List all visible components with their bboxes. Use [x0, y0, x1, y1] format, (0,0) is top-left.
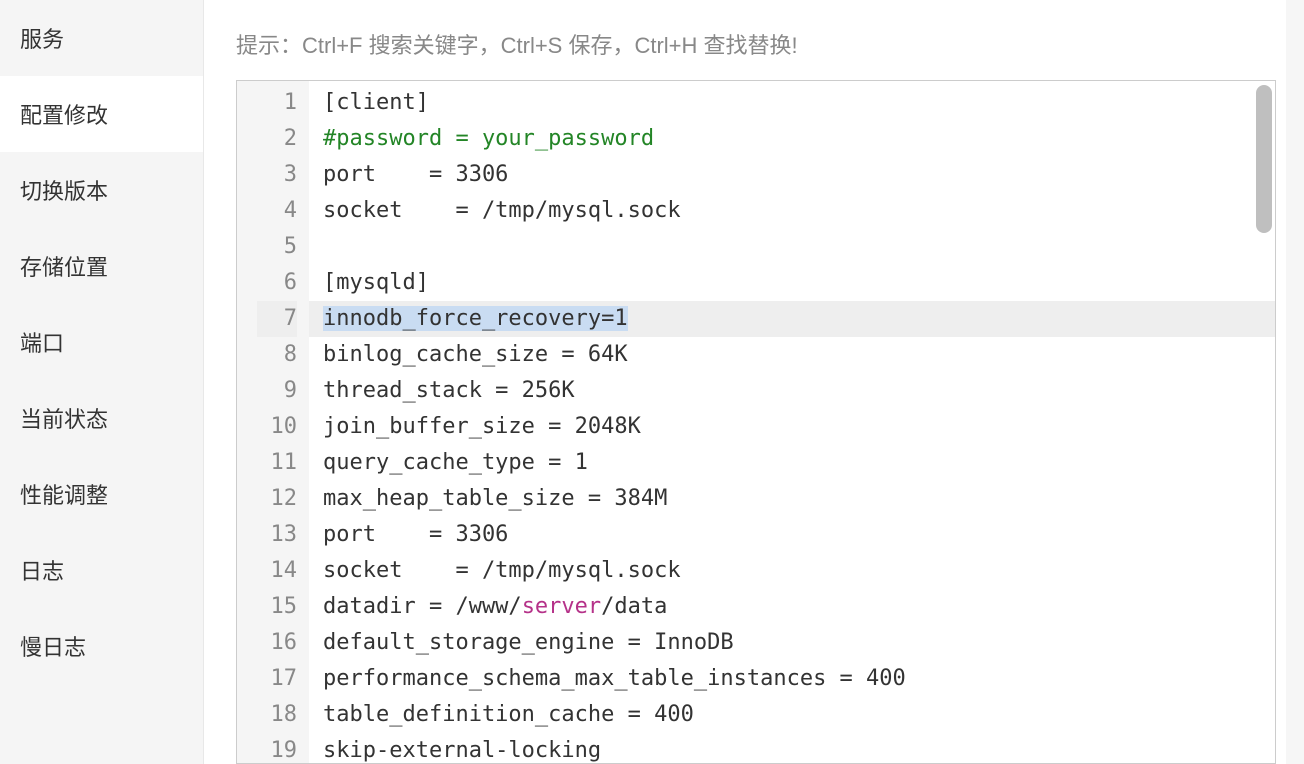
line-number: 19 [257, 733, 297, 764]
line-number: 9 [257, 373, 297, 409]
code-line[interactable]: #password = your_password [323, 121, 1275, 157]
code-token: [mysqld] [323, 270, 429, 295]
code-token: max_heap_table_size = 384M [323, 486, 667, 511]
scrollbar-thumb[interactable] [1256, 85, 1272, 233]
code-line[interactable]: performance_schema_max_table_instances =… [323, 661, 1275, 697]
code-line[interactable]: port = 3306 [323, 517, 1275, 553]
line-number: 15 [257, 589, 297, 625]
code-token: binlog_cache_size = 64K [323, 342, 628, 367]
line-number: 5 [257, 229, 297, 265]
hint-text: 提示：Ctrl+F 搜索关键字，Ctrl+S 保存，Ctrl+H 查找替换! [204, 0, 1304, 80]
code-line[interactable]: query_cache_type = 1 [323, 445, 1275, 481]
sidebar-item-3[interactable]: 存储位置 [0, 228, 203, 304]
code-line[interactable]: socket = /tmp/mysql.sock [323, 553, 1275, 589]
code-token: server [522, 594, 601, 619]
code-line[interactable]: join_buffer_size = 2048K [323, 409, 1275, 445]
line-number: 7 [257, 301, 297, 337]
code-token: port = 3306 [323, 162, 508, 187]
code-line[interactable]: [client] [323, 85, 1275, 121]
line-number: 8 [257, 337, 297, 373]
line-number: 10 [257, 409, 297, 445]
code-editor[interactable]: 12345678910111213141516171819 [client]#p… [237, 81, 1275, 763]
code-line[interactable]: skip-external-locking [323, 733, 1275, 764]
code-token: query_cache_type = 1 [323, 450, 588, 475]
code-line[interactable]: socket = /tmp/mysql.sock [323, 193, 1275, 229]
code-content[interactable]: [client] #password = your_passwordport = … [309, 81, 1275, 763]
line-number: 3 [257, 157, 297, 193]
code-token: datadir = /www/ [323, 594, 522, 619]
code-token: default_storage_engine = InnoDB [323, 630, 734, 655]
line-number: 18 [257, 697, 297, 733]
code-token: join_buffer_size = 2048K [323, 414, 641, 439]
code-token: skip-external-locking [323, 738, 601, 763]
code-token: performance_schema_max_table_instances =… [323, 666, 906, 691]
sidebar-item-0[interactable]: 服务 [0, 0, 203, 76]
sidebar-item-1[interactable]: 配置修改 [0, 76, 203, 152]
right-edge-strip [1286, 0, 1304, 764]
code-line[interactable]: default_storage_engine = InnoDB [323, 625, 1275, 661]
editor-container: 12345678910111213141516171819 [client]#p… [236, 80, 1276, 764]
code-token: table_definition_cache = 400 [323, 702, 694, 727]
sidebar-item-8[interactable]: 慢日志 [0, 608, 203, 684]
line-number: 13 [257, 517, 297, 553]
sidebar-item-2[interactable]: 切换版本 [0, 152, 203, 228]
code-line[interactable]: [mysqld] [323, 265, 1275, 301]
line-number: 16 [257, 625, 297, 661]
line-number: 1 [257, 85, 297, 121]
code-line[interactable] [323, 229, 1275, 265]
code-line[interactable]: innodb_force_recovery=1 [323, 301, 1275, 337]
sidebar-item-6[interactable]: 性能调整 [0, 456, 203, 532]
sidebar-item-7[interactable]: 日志 [0, 532, 203, 608]
line-number: 4 [257, 193, 297, 229]
code-token: /data [601, 594, 667, 619]
line-number-gutter: 12345678910111213141516171819 [237, 81, 309, 763]
code-token: innodb_force_recovery=1 [323, 306, 628, 331]
line-number: 12 [257, 481, 297, 517]
code-token: #password = your_password [323, 126, 654, 151]
code-token: thread_stack = 256K [323, 378, 575, 403]
code-line[interactable]: thread_stack = 256K [323, 373, 1275, 409]
line-number: 14 [257, 553, 297, 589]
code-token: socket = /tmp/mysql.sock [323, 198, 681, 223]
app-container: 服务配置修改切换版本存储位置端口当前状态性能调整日志慢日志 提示：Ctrl+F … [0, 0, 1304, 764]
main-panel: 提示：Ctrl+F 搜索关键字，Ctrl+S 保存，Ctrl+H 查找替换! 1… [204, 0, 1304, 764]
line-number: 6 [257, 265, 297, 301]
code-token: [client] [323, 90, 429, 115]
code-line[interactable]: datadir = /www/server/data [323, 589, 1275, 625]
sidebar-item-5[interactable]: 当前状态 [0, 380, 203, 456]
code-line[interactable]: table_definition_cache = 400 [323, 697, 1275, 733]
sidebar-item-4[interactable]: 端口 [0, 304, 203, 380]
sidebar: 服务配置修改切换版本存储位置端口当前状态性能调整日志慢日志 [0, 0, 204, 764]
code-line[interactable]: max_heap_table_size = 384M [323, 481, 1275, 517]
code-token: port = 3306 [323, 522, 508, 547]
line-number: 17 [257, 661, 297, 697]
code-line[interactable]: port = 3306 [323, 157, 1275, 193]
code-token: socket = /tmp/mysql.sock [323, 558, 681, 583]
line-number: 11 [257, 445, 297, 481]
code-line[interactable]: binlog_cache_size = 64K [323, 337, 1275, 373]
line-number: 2 [257, 121, 297, 157]
